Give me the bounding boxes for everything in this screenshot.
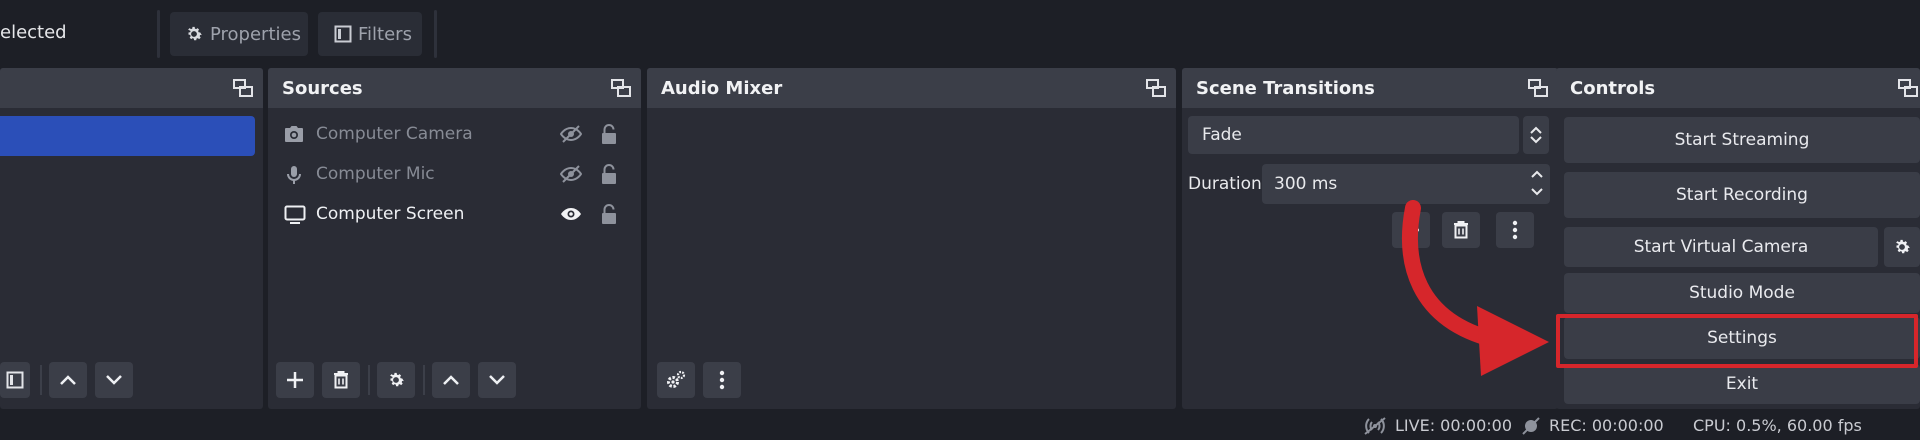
gear-icon <box>386 370 406 390</box>
scene-transitions-dock-title: Scene Transitions <box>1196 78 1375 99</box>
studio-mode-label: Studio Mode <box>1689 283 1795 303</box>
microphone-icon <box>284 165 304 185</box>
gears-icon <box>665 370 687 390</box>
footer-divider <box>40 365 42 395</box>
add-source-button[interactable] <box>276 362 314 398</box>
scenes-dock-header <box>0 68 263 108</box>
sources-dock-title: Sources <box>282 78 363 99</box>
start-virtual-camera-button[interactable]: Start Virtual Camera <box>1564 227 1878 267</box>
studio-mode-button[interactable]: Studio Mode <box>1564 273 1920 313</box>
scene-transitions-dock-header: Scene Transitions <box>1182 68 1558 108</box>
source-label: Computer Screen <box>316 204 465 224</box>
source-item[interactable]: Computer Camera <box>268 116 641 152</box>
move-source-up-button[interactable] <box>432 362 470 398</box>
audio-mixer-dock: Audio Mixer <box>647 68 1176 409</box>
virtual-camera-settings-button[interactable] <box>1884 227 1920 267</box>
source-properties-button[interactable] <box>377 362 415 398</box>
plus-icon <box>286 371 304 389</box>
filters-button[interactable]: Filters <box>318 12 422 56</box>
scene-filters-button[interactable] <box>0 362 30 398</box>
camera-icon <box>284 125 304 143</box>
controls-dock-title: Controls <box>1570 78 1656 99</box>
audio-mixer-dock-header: Audio Mixer <box>647 68 1176 108</box>
footer-divider <box>423 365 425 395</box>
sources-dock-header: Sources <box>268 68 641 108</box>
annotation-arrow-icon <box>1402 200 1549 376</box>
sources-dock: Sources Computer Camera Computer Mic Com… <box>268 68 641 409</box>
start-recording-button[interactable]: Start Recording <box>1564 172 1920 218</box>
cpu-status: CPU: 0.5%, 60.00 fps <box>1693 416 1862 435</box>
transition-select-value: Fade <box>1202 125 1242 145</box>
controls-dock-header: Controls <box>1556 68 1920 108</box>
audio-mixer-dock-title: Audio Mixer <box>661 78 783 99</box>
trash-icon <box>333 371 349 389</box>
exit-button[interactable]: Exit <box>1564 364 1920 404</box>
rec-status: REC: 00:00:00 <box>1549 416 1664 435</box>
chevron-down-icon <box>488 374 506 386</box>
undock-icon[interactable] <box>1528 79 1548 97</box>
transition-select[interactable]: Fade <box>1188 116 1519 154</box>
exit-label: Exit <box>1725 374 1759 394</box>
audio-mixer-menu-button[interactable] <box>703 362 741 398</box>
duration-spinbox[interactable]: 300 ms <box>1262 164 1550 204</box>
undock-icon[interactable] <box>1898 79 1918 97</box>
more-vertical-icon <box>719 370 725 390</box>
move-scene-up-button[interactable] <box>49 362 87 398</box>
streaming-status-icon <box>1362 417 1388 435</box>
toolbar-divider <box>157 10 160 58</box>
chevron-down-icon[interactable] <box>1530 186 1544 198</box>
eye-hidden-icon[interactable] <box>560 165 582 183</box>
start-streaming-button[interactable]: Start Streaming <box>1564 117 1920 163</box>
chevron-up-icon[interactable] <box>1530 168 1544 180</box>
duration-value: 300 ms <box>1274 174 1338 194</box>
updown-arrows-icon <box>1529 126 1543 144</box>
selected-scene-row[interactable] <box>0 116 255 156</box>
start-streaming-label: Start Streaming <box>1674 130 1810 150</box>
move-source-down-button[interactable] <box>478 362 516 398</box>
source-label: Computer Camera <box>316 124 473 144</box>
eye-icon[interactable] <box>560 205 582 223</box>
footer-divider <box>368 365 370 395</box>
lock-icon[interactable] <box>600 203 618 225</box>
settings-highlight-box <box>1556 314 1918 368</box>
start-virtual-camera-label: Start Virtual Camera <box>1633 237 1809 257</box>
advanced-audio-properties-button[interactable] <box>657 362 695 398</box>
live-status: LIVE: 00:00:00 <box>1395 416 1513 435</box>
monitor-icon <box>284 205 306 225</box>
undock-icon[interactable] <box>233 79 253 97</box>
properties-label: Properties <box>210 23 301 45</box>
move-scene-down-button[interactable] <box>95 362 133 398</box>
remove-source-button[interactable] <box>322 362 360 398</box>
eye-hidden-icon[interactable] <box>560 125 582 143</box>
toolbar-divider <box>434 10 437 58</box>
lock-icon[interactable] <box>600 123 618 145</box>
gear-icon <box>1892 237 1912 257</box>
chevron-up-icon <box>59 374 77 386</box>
start-recording-label: Start Recording <box>1676 185 1808 205</box>
undock-icon[interactable] <box>611 79 631 97</box>
scenes-dock <box>0 68 263 409</box>
top-toolbar: elected Properties Filters <box>0 0 1920 66</box>
filters-label: Filters <box>358 23 412 45</box>
selection-status-text: elected <box>0 22 67 43</box>
transition-select-arrows[interactable] <box>1523 116 1549 154</box>
chevron-up-icon <box>442 374 460 386</box>
source-item[interactable]: Computer Screen <box>268 196 641 232</box>
lock-icon[interactable] <box>600 163 618 185</box>
properties-button[interactable]: Properties <box>170 12 308 56</box>
recording-status-icon <box>1521 417 1541 435</box>
source-item[interactable]: Computer Mic <box>268 156 641 192</box>
filters-icon <box>334 25 352 43</box>
duration-label: Duration <box>1188 174 1262 194</box>
gear-icon <box>184 24 204 44</box>
chevron-down-icon <box>105 374 123 386</box>
undock-icon[interactable] <box>1146 79 1166 97</box>
source-label: Computer Mic <box>316 164 435 184</box>
